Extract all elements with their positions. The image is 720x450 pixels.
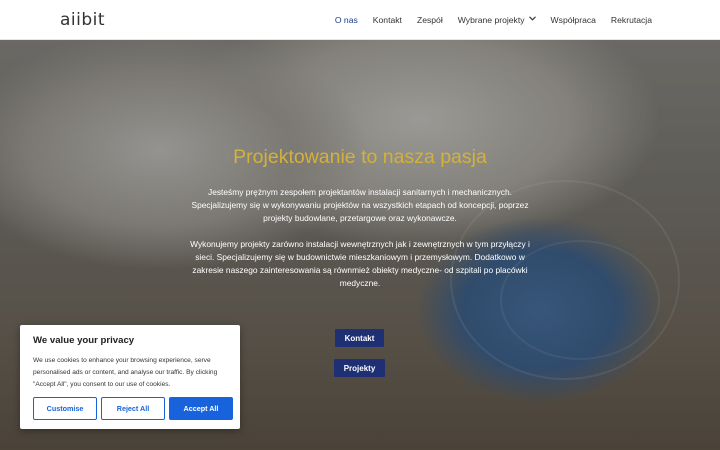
nav-item-wspolpraca[interactable]: Współpraca [551, 15, 596, 25]
hero-paragraph-2: Wykonujemy projekty zarówno instalacji w… [190, 239, 530, 288]
nav-label: Wybrane projekty [457, 15, 525, 25]
nav-label: Zespół [416, 15, 443, 25]
nav-label: Współpraca [550, 15, 596, 25]
cookie-title: We value your privacy [33, 335, 135, 346]
nav-item-rekrutacja[interactable]: Rekrutacja [611, 15, 652, 25]
cookie-buttons: Customise Reject All Accept All [33, 397, 233, 420]
chevron-down-icon [528, 15, 536, 23]
site-logo[interactable]: aiibit [60, 11, 105, 29]
nav-item-zespol[interactable]: Zespół [417, 15, 443, 25]
nav-label: Kontakt [372, 15, 402, 25]
hero-paragraph-1: Jesteśmy prężnym zespołem projektantów i… [191, 187, 529, 223]
reject-all-button[interactable]: Reject All [101, 397, 165, 420]
cookie-text: We use cookies to enhance your browsing … [33, 357, 218, 388]
kontakt-button[interactable]: Kontakt [335, 329, 384, 347]
nav-item-kontakt[interactable]: Kontakt [373, 15, 402, 25]
customise-button[interactable]: Customise [33, 397, 97, 420]
projekty-button[interactable]: Projekty [334, 359, 385, 377]
accept-all-button[interactable]: Accept All [169, 397, 233, 420]
hero-title: Projektowanie to nasza pasja [233, 146, 487, 168]
nav-item-wybrane-projekty[interactable]: Wybrane projekty [458, 15, 536, 25]
cookie-consent-banner: We value your privacy We use cookies to … [20, 325, 240, 429]
main-nav: O nas Kontakt Zespół Wybrane projekty Ws… [320, 0, 652, 40]
nav-label: Rekrutacja [610, 15, 652, 25]
nav-item-o-nas[interactable]: O nas [335, 15, 358, 25]
site-header: aiibit O nas Kontakt Zespół Wybrane proj… [0, 0, 720, 40]
nav-label: O nas [334, 15, 358, 25]
